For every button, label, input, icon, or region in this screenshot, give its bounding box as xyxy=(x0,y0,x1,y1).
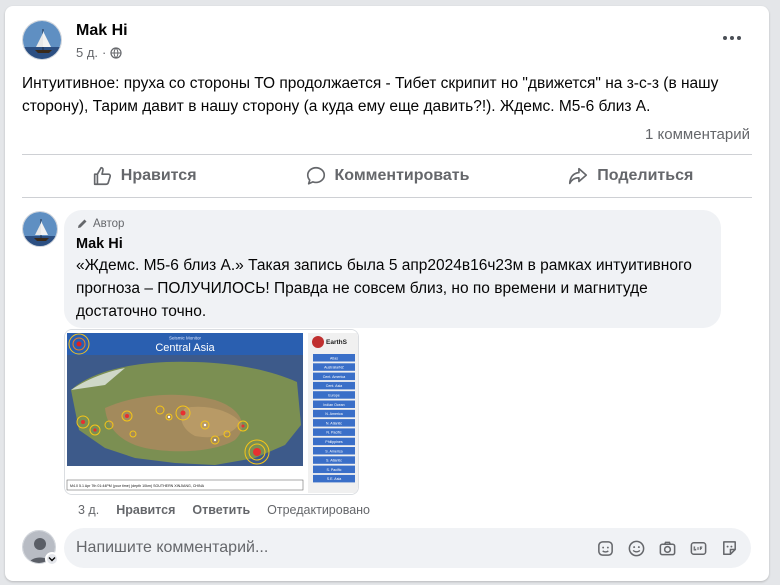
divider xyxy=(22,197,752,198)
comment-button[interactable]: Комментировать xyxy=(265,157,508,195)
comment-author-name[interactable]: Mak Hi xyxy=(76,236,709,252)
post-actions-bar: Нравится Комментировать Поделиться xyxy=(22,157,752,195)
dot-icon xyxy=(737,36,741,40)
region-label: Cent. America xyxy=(323,375,346,379)
comment-attached-image[interactable]: Seismic Monitor Central Asia M4.0 5.1 Ap… xyxy=(64,329,359,495)
post-meta: 5 д. · xyxy=(76,45,122,60)
author-badge-label: Автор xyxy=(93,218,125,230)
region-label: Indian Ocean xyxy=(323,403,344,407)
comment-like-button[interactable]: Нравится xyxy=(116,503,175,517)
post-text: Интуитивное: пруха со стороны ТО продолж… xyxy=(22,75,719,115)
comment-text: «Ждемс. М5-6 близ А.» Такая запись была … xyxy=(76,257,692,320)
region-label: Atlas xyxy=(330,356,338,360)
post-card: Mak Hi 5 д. · Интуитивное: пруха со стор… xyxy=(5,6,769,581)
avatar-sticker-icon[interactable] xyxy=(596,539,615,558)
comment-time[interactable]: 3 д. xyxy=(78,503,99,517)
comment-author-avatar[interactable] xyxy=(22,211,58,247)
sticker-icon[interactable] xyxy=(720,539,739,558)
comment-input-box[interactable] xyxy=(64,528,751,568)
globe-icon[interactable] xyxy=(110,46,122,59)
account-switcher-chevron[interactable] xyxy=(45,552,59,566)
author-badge: Автор xyxy=(76,218,709,230)
author-avatar[interactable] xyxy=(22,20,62,60)
like-button[interactable]: Нравится xyxy=(22,157,265,195)
comments-count-link[interactable]: 1 комментарий xyxy=(645,126,750,143)
post-time[interactable]: 5 д. xyxy=(76,45,98,60)
comment-input[interactable] xyxy=(76,539,596,557)
thumbs-up-icon xyxy=(93,166,111,186)
map-title-small: Seismic Monitor xyxy=(169,336,202,341)
region-label: Cent. Asia xyxy=(326,384,342,388)
earthscope-logo: EarthS xyxy=(326,339,348,346)
region-label: S. Atlantic xyxy=(326,459,342,463)
share-button[interactable]: Поделиться xyxy=(509,157,752,195)
region-label: Philippines xyxy=(325,440,343,444)
camera-icon[interactable] xyxy=(658,539,677,558)
more-options-button[interactable] xyxy=(717,28,747,48)
input-icons xyxy=(596,539,739,558)
emoji-icon[interactable] xyxy=(627,539,646,558)
comment-edited-label: Отредактировано xyxy=(267,503,371,517)
share-icon xyxy=(569,167,588,185)
map-title: Central Asia xyxy=(155,342,215,354)
region-label: N. Pacific xyxy=(326,431,341,435)
region-label: N. Atlantic xyxy=(326,421,342,425)
region-label: S. Pacific xyxy=(327,468,342,472)
seismic-map: Seismic Monitor Central Asia M4.0 5.1 Ap… xyxy=(65,330,358,494)
region-label: S. America xyxy=(325,449,342,453)
pencil-icon xyxy=(78,219,87,228)
dot-icon xyxy=(730,36,734,40)
like-label: Нравится xyxy=(120,167,197,184)
comment-bubble: Автор Mak Hi «Ждемс. М5-6 близ А.» Такая… xyxy=(64,210,721,328)
dot-icon xyxy=(723,36,727,40)
region-label: S.E. Asia xyxy=(327,477,342,481)
comment-icon xyxy=(306,166,325,185)
map-caption: M4.0 5.1 Apr 7th 01:44PM (your time) (de… xyxy=(70,484,205,488)
post-author-name[interactable]: Mak Hi xyxy=(76,22,128,40)
comment-label: Комментировать xyxy=(334,167,470,184)
share-label: Поделиться xyxy=(597,167,694,184)
gif-icon[interactable] xyxy=(689,539,708,558)
region-label: N. America xyxy=(325,412,343,416)
region-label: Europe xyxy=(328,394,340,398)
comment-reply-button[interactable]: Ответить xyxy=(192,503,250,517)
region-label: Australia/NZ xyxy=(324,366,345,370)
chevron-down-icon xyxy=(48,557,56,562)
divider xyxy=(22,154,752,155)
comment-actions: 3 д. Нравится Ответить Отредактировано xyxy=(78,503,370,517)
